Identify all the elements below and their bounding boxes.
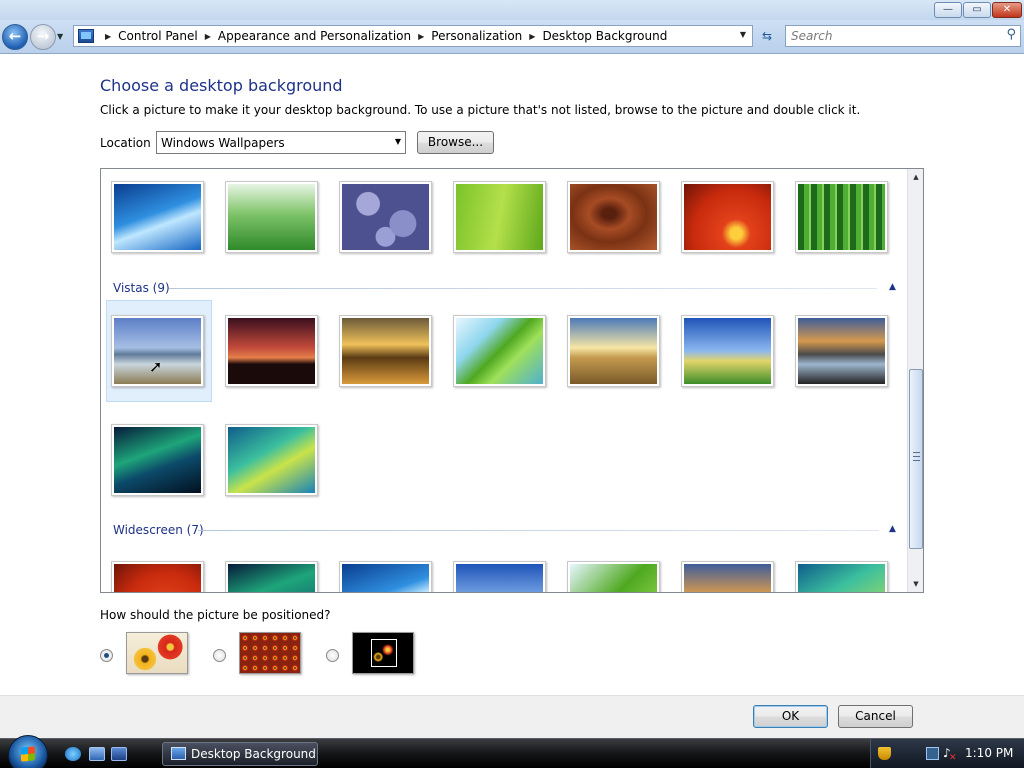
address-dropdown-icon[interactable]: ▼ xyxy=(740,30,746,39)
radio-fit-to-screen[interactable] xyxy=(100,649,113,662)
windows-logo-icon xyxy=(21,746,35,762)
forward-button[interactable]: → xyxy=(30,24,56,50)
control-panel-icon xyxy=(78,29,94,43)
breadcrumb-arrow-icon[interactable]: ▶ xyxy=(529,32,535,41)
breadcrumb-appearance[interactable]: Appearance and Personalization xyxy=(218,29,411,43)
scroll-down-icon[interactable]: ▼ xyxy=(908,576,923,592)
title-bar: — ▭ ✕ xyxy=(0,0,1024,20)
wallpaper-thumbnail-leaf[interactable] xyxy=(453,181,546,253)
mute-indicator-icon: ✕ xyxy=(949,753,957,763)
wallpaper-thumbnail-bamboo[interactable] xyxy=(795,181,888,253)
collapse-vistas-icon[interactable]: ▲ xyxy=(889,282,896,292)
wallpaper-thumbnail-rocky-coast[interactable] xyxy=(339,315,432,387)
wallpaper-thumbnail-palm-leaf-wide[interactable] xyxy=(567,561,660,592)
wallpaper-thumbnail-rock-reflection[interactable] xyxy=(795,315,888,387)
refresh-icon[interactable]: ⇆ xyxy=(756,26,778,46)
taskbar-item-label: Desktop Background xyxy=(191,747,316,761)
back-button[interactable]: ← xyxy=(2,24,28,50)
wallpaper-thumbnail-flower-wide[interactable] xyxy=(111,561,204,592)
wallpaper-thumbnail-fish-wide[interactable] xyxy=(339,561,432,592)
wallpaper-thumbnail-rock-reflection-wide[interactable] xyxy=(681,561,774,592)
breadcrumb-desktop-background[interactable]: Desktop Background xyxy=(542,29,667,43)
cancel-button[interactable]: Cancel xyxy=(838,705,913,728)
wallpaper-thumbnail-sunrise-field[interactable] xyxy=(567,315,660,387)
wallpaper-thumbnail-sunset-silhouette[interactable] xyxy=(225,315,318,387)
network-icon[interactable] xyxy=(926,747,939,760)
position-fit-preview[interactable] xyxy=(126,632,188,674)
group-divider xyxy=(198,530,879,531)
breadcrumb-personalization[interactable]: Personalization xyxy=(431,29,522,43)
internet-explorer-icon[interactable] xyxy=(65,747,81,761)
notification-area: ♪ ✕ 1:10 PM xyxy=(870,739,1024,768)
mouse-cursor-icon: ➚ xyxy=(149,357,163,376)
collapse-widescreen-icon[interactable]: ▲ xyxy=(889,524,896,534)
wallpaper-thumbnail-grass[interactable] xyxy=(225,181,318,253)
show-desktop-icon[interactable] xyxy=(89,747,105,761)
wallpaper-thumbnail-green-hills-wide[interactable] xyxy=(453,561,546,592)
positioning-question: How should the picture be positioned? xyxy=(100,608,331,622)
address-bar[interactable]: ▶ Control Panel ▶ Appearance and Persona… xyxy=(73,25,753,47)
desktop-background-icon xyxy=(171,747,186,760)
taskbar-item-desktop-background[interactable]: Desktop Background xyxy=(162,742,318,766)
navigation-bar: ← → ▼ ▶ Control Panel ▶ Appearance and P… xyxy=(0,20,1024,54)
ok-button[interactable]: OK xyxy=(753,705,828,728)
search-placeholder: Search xyxy=(791,29,833,43)
recent-pages-dropdown[interactable]: ▼ xyxy=(57,32,63,41)
minimize-button[interactable]: — xyxy=(934,2,962,18)
search-input[interactable]: Search ⚲ xyxy=(785,25,1021,47)
position-center-preview[interactable] xyxy=(352,632,414,674)
breadcrumb-arrow-icon[interactable]: ▶ xyxy=(105,32,111,41)
wallpaper-thumbnail-green-hills[interactable] xyxy=(681,315,774,387)
wallpaper-thumbnail-aurora-green-wide[interactable] xyxy=(795,561,888,592)
center-image-frame xyxy=(371,639,397,667)
security-shield-icon[interactable] xyxy=(878,747,891,760)
page-title: Choose a desktop background xyxy=(100,76,343,95)
wallpaper-thumbnail-aurora-green[interactable] xyxy=(225,424,318,496)
radio-tile[interactable] xyxy=(213,649,226,662)
clock[interactable]: 1:10 PM xyxy=(965,746,1013,760)
browse-button[interactable]: Browse... xyxy=(417,131,494,154)
group-divider xyxy=(169,288,877,289)
wallpaper-thumbnail-palm-leaf[interactable] xyxy=(453,315,546,387)
picture-list[interactable]: Vistas (9) ▲ ➚ Widescreen (7) ▲ ▲ ▼ xyxy=(100,168,924,593)
vertical-scrollbar[interactable]: ▲ ▼ xyxy=(907,169,923,592)
maximize-button[interactable]: ▭ xyxy=(963,2,991,18)
wallpaper-thumbnail-stones[interactable] xyxy=(339,181,432,253)
scroll-up-icon[interactable]: ▲ xyxy=(908,169,923,185)
wallpaper-thumbnail-flower[interactable] xyxy=(681,181,774,253)
breadcrumb-arrow-icon[interactable]: ▶ xyxy=(418,32,424,41)
location-select[interactable]: Windows Wallpapers ▼ xyxy=(156,131,406,154)
wallpaper-thumbnail-aurora-wide[interactable] xyxy=(225,561,318,592)
group-header-widescreen[interactable]: Widescreen (7) xyxy=(113,523,204,537)
chevron-down-icon[interactable]: ▼ xyxy=(395,137,401,146)
breadcrumb-arrow-icon[interactable]: ▶ xyxy=(205,32,211,41)
wallpaper-thumbnail-mountain-lake[interactable] xyxy=(111,315,204,387)
scrollbar-thumb[interactable] xyxy=(909,369,923,549)
location-value: Windows Wallpapers xyxy=(161,136,285,150)
start-button[interactable] xyxy=(8,735,48,768)
radio-center[interactable] xyxy=(326,649,339,662)
location-label: Location xyxy=(100,136,151,150)
wallpaper-thumbnail-wood[interactable] xyxy=(567,181,660,253)
breadcrumb-control-panel[interactable]: Control Panel xyxy=(118,29,198,43)
grip-icon xyxy=(913,452,920,461)
taskbar: Desktop Background ♪ ✕ 1:10 PM xyxy=(0,735,1024,768)
group-header-vistas[interactable]: Vistas (9) xyxy=(113,281,170,295)
page-description: Click a picture to make it your desktop … xyxy=(100,103,861,117)
wallpaper-thumbnail-fish[interactable] xyxy=(111,181,204,253)
position-tile-preview[interactable] xyxy=(239,632,301,674)
search-icon[interactable]: ⚲ xyxy=(1006,27,1016,42)
switch-windows-icon[interactable] xyxy=(111,747,127,761)
wallpaper-thumbnail-aurora[interactable] xyxy=(111,424,204,496)
close-button[interactable]: ✕ xyxy=(992,2,1022,18)
